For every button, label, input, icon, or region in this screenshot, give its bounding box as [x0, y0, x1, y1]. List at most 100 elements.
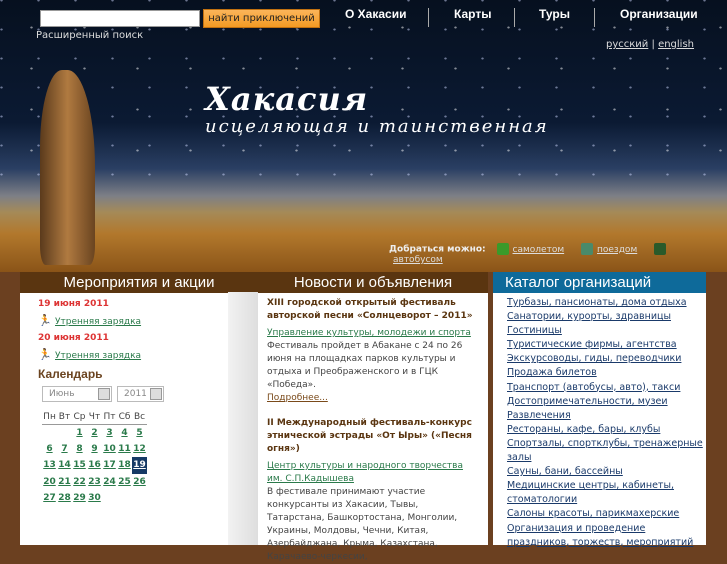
news-headline[interactable]: XIII городской открытый фестиваль авторс…: [267, 297, 478, 323]
calendar-day[interactable]: 15: [73, 460, 86, 470]
calendar-day[interactable]: 21: [58, 477, 71, 487]
calendar-cell: 6: [42, 441, 57, 458]
news-text: Фестиваль пройдет в Абакане с 24 по 26 и…: [267, 341, 463, 390]
catalog-link[interactable]: Сауны, бани, бассейны: [507, 465, 706, 479]
calendar-day[interactable]: 30: [88, 493, 101, 503]
calendar-title: Календарь: [38, 367, 103, 381]
weekday-header: Вт: [57, 411, 72, 425]
calendar-day[interactable]: 23: [88, 477, 101, 487]
language-switcher: русский | english: [606, 39, 694, 50]
catalog-link[interactable]: Турбазы, пансионаты, дома отдыха: [507, 296, 706, 310]
nav-about[interactable]: О Хакасии: [345, 7, 406, 21]
nav-organizations[interactable]: Организации: [620, 7, 698, 21]
calendar-day[interactable]: 24: [103, 477, 116, 487]
transport-bus[interactable]: автобусом: [393, 255, 443, 265]
calendar-day[interactable]: 5: [136, 428, 142, 438]
calendar-day[interactable]: 29: [73, 493, 86, 503]
calendar-day[interactable]: 18: [118, 460, 131, 470]
search-input[interactable]: [40, 10, 200, 27]
catalog-link[interactable]: Спортзалы, спортклубы, тренажерные залы: [507, 437, 706, 465]
catalog-link[interactable]: Организация и проведение праздников, тор…: [507, 522, 706, 550]
calendar-day[interactable]: 4: [121, 428, 127, 438]
month-select[interactable]: Июнь: [42, 386, 112, 402]
search-button[interactable]: найти приключений: [203, 9, 320, 28]
calendar-day[interactable]: 28: [58, 493, 71, 503]
calendar-day[interactable]: 12: [133, 444, 146, 454]
catalog-link[interactable]: Салоны красоты, парикмахерские: [507, 507, 706, 521]
calendar-day[interactable]: 22: [73, 477, 86, 487]
calendar-day[interactable]: 3: [106, 428, 112, 438]
event-link[interactable]: Утренняя зарядка: [55, 317, 141, 327]
calendar-cell: 4: [117, 424, 132, 441]
calendar-cell: 2: [87, 424, 102, 441]
calendar-day[interactable]: 26: [133, 477, 146, 487]
calendar-cell: 1: [72, 424, 87, 441]
calendar-cell: 5: [132, 424, 147, 441]
catalog-link[interactable]: Транспорт (автобусы, авто), такси: [507, 381, 706, 395]
calendar-day[interactable]: 13: [43, 460, 56, 470]
nav-maps[interactable]: Карты: [454, 7, 491, 21]
news-text: В фестивале принимают участие конкурсант…: [267, 487, 458, 562]
catalog-link[interactable]: Продажа билетов: [507, 366, 706, 380]
calendar-day[interactable]: 8: [76, 444, 82, 454]
calendar-cell: [57, 424, 72, 441]
events-title: Мероприятия и акции: [20, 272, 258, 293]
calendar-cell: 23: [87, 474, 102, 491]
calendar-day[interactable]: 9: [91, 444, 97, 454]
calendar-cell: 12: [132, 441, 147, 458]
catalog-link[interactable]: Экскурсоводы, гиды, переводчики: [507, 352, 706, 366]
calendar-day[interactable]: 10: [103, 444, 116, 454]
calendar-grid: Пн Вт Ср Чт Пт Сб Вс 1 2 3 4 5 6 7 8 9 10 11 12 13 14 15 16 17 1…: [42, 411, 147, 507]
calendar-cell: 17: [102, 457, 117, 474]
lang-english[interactable]: english: [658, 39, 694, 50]
nav-tours[interactable]: Туры: [539, 7, 570, 21]
year-value: 2011: [124, 389, 147, 399]
catalog-link[interactable]: Медицинские центры, кабинеты, стоматолог…: [507, 479, 706, 507]
calendar-day[interactable]: 2: [91, 428, 97, 438]
calendar-cell: 22: [72, 474, 87, 491]
news-source-link[interactable]: Центр культуры и народного творчества им…: [267, 460, 478, 486]
read-more-link[interactable]: Подробнее...: [267, 393, 328, 403]
catalog-link[interactable]: Туристические фирмы, агентства: [507, 338, 706, 352]
news-headline[interactable]: II Международный фестиваль-конкурс этнич…: [267, 417, 478, 456]
transport-plane[interactable]: самолетом: [513, 245, 565, 255]
catalog-link[interactable]: Достопримечательности, музеи: [507, 395, 706, 409]
calendar-day[interactable]: 1: [76, 428, 82, 438]
calendar-day[interactable]: 7: [61, 444, 67, 454]
nav-divider: [514, 8, 515, 27]
nav-divider: [594, 8, 595, 27]
calendar-day[interactable]: 27: [43, 493, 56, 503]
calendar-cell: [102, 490, 117, 507]
weekday-header: Чт: [87, 411, 102, 425]
train-icon: [581, 243, 593, 255]
calendar-day[interactable]: 6: [46, 444, 52, 454]
news-source-link[interactable]: Управление культуры, молодежи и спорта: [267, 327, 478, 340]
calendar-day[interactable]: 16: [88, 460, 101, 470]
chevron-down-icon: [98, 388, 110, 400]
catalog-link[interactable]: Рестораны, кафе, бары, клубы: [507, 423, 706, 437]
calendar-cell: [117, 490, 132, 507]
calendar-cell: 20: [42, 474, 57, 491]
calendar-day[interactable]: 11: [118, 444, 131, 454]
calendar-day[interactable]: 17: [103, 460, 116, 470]
calendar-day[interactable]: 19: [133, 460, 146, 470]
weekday-header: Ср: [72, 411, 87, 425]
lang-russian[interactable]: русский: [606, 39, 648, 50]
calendar-cell: 29: [72, 490, 87, 507]
chevron-down-icon: [150, 388, 162, 400]
catalog-link[interactable]: Санатории, курорты, здравницы: [507, 310, 706, 324]
calendar-cell: 28: [57, 490, 72, 507]
year-select[interactable]: 2011: [117, 386, 164, 402]
catalog-link[interactable]: Гостиницы: [507, 324, 706, 338]
advanced-search-link[interactable]: Расширенный поиск: [36, 30, 143, 41]
calendar-cell: 24: [102, 474, 117, 491]
catalog-link[interactable]: Развлечения: [507, 409, 706, 423]
calendar-day[interactable]: 20: [43, 477, 56, 487]
transport-train[interactable]: поездом: [597, 245, 637, 255]
event-link[interactable]: Утренняя зарядка: [55, 351, 141, 361]
calendar-day[interactable]: 25: [118, 477, 131, 487]
calendar-cell: 18: [117, 457, 132, 474]
bus-icon: [654, 243, 667, 255]
calendar-day[interactable]: 14: [58, 460, 71, 470]
calendar-cell: 13: [42, 457, 57, 474]
